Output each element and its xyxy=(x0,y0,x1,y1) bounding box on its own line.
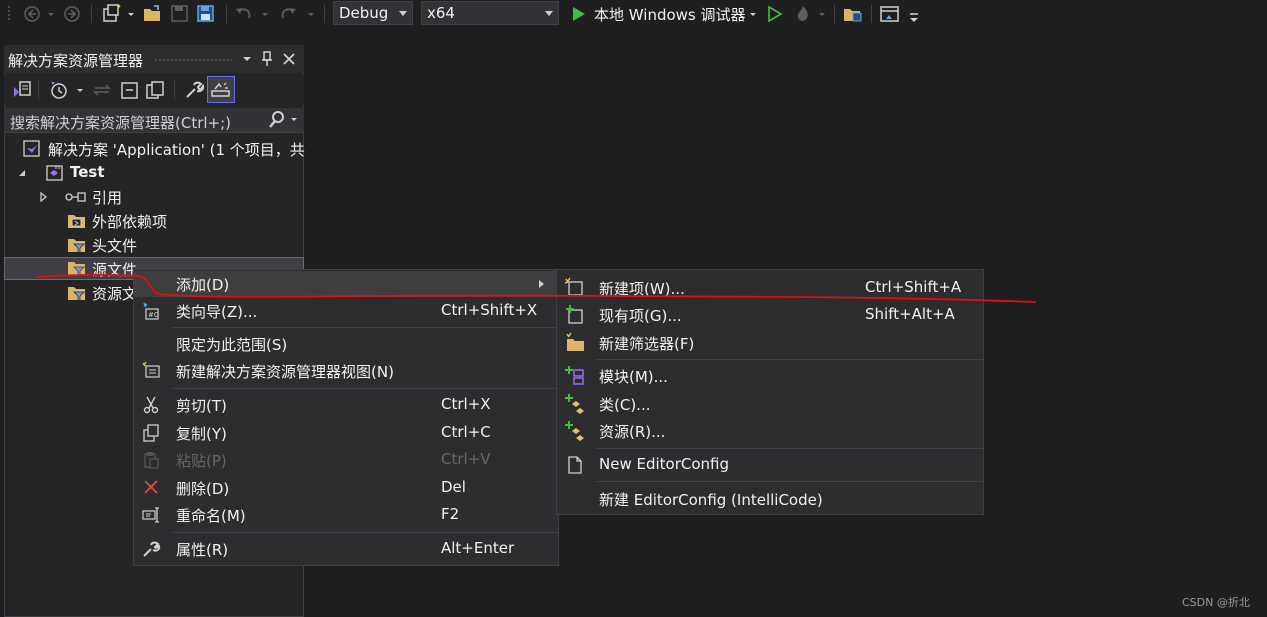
annotation-underline xyxy=(37,274,1036,303)
watermark: CSDN @折北 xyxy=(1182,596,1250,609)
